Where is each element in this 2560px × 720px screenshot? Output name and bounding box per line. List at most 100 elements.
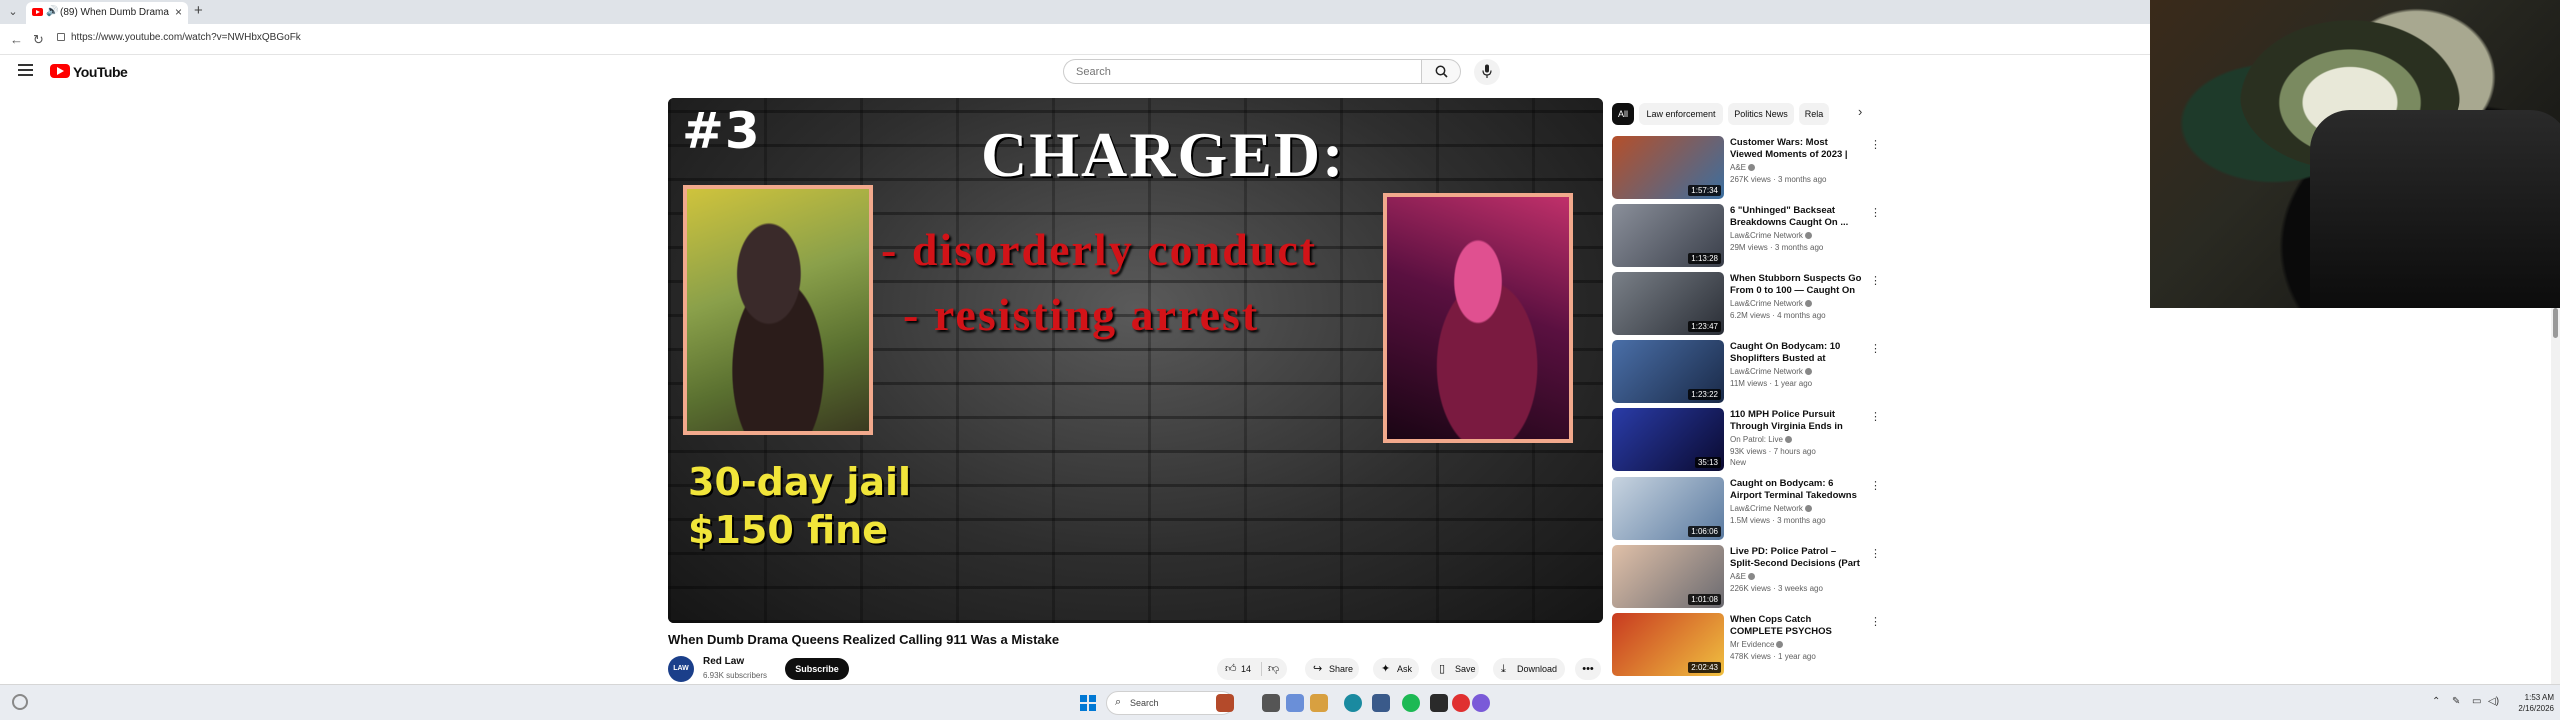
recommendation-item[interactable]: 1:23:22 Caught On Bodycam: 10 Shoplifters… (1612, 340, 1882, 404)
site-info-icon[interactable] (57, 33, 65, 41)
recommendation-title[interactable]: 6 "Unhinged" Backseat Breakdowns Caught … (1730, 205, 1862, 229)
messenger-icon[interactable] (1472, 694, 1490, 712)
weather-widget-icon[interactable] (12, 694, 28, 710)
chevron-right-icon[interactable]: › (1858, 104, 1862, 119)
recommendation-channel[interactable]: Law&Crime Network (1730, 504, 1812, 513)
chip-all[interactable]: All (1612, 103, 1634, 125)
copilot-icon[interactable] (1286, 694, 1304, 712)
terminal-icon[interactable] (1430, 694, 1448, 712)
chip-law-enforcement[interactable]: Law enforcement (1639, 103, 1723, 125)
verified-check-icon (1804, 505, 1812, 512)
recommendation-channel[interactable]: Mr Evidence (1730, 640, 1784, 649)
recommendation-item[interactable]: 1:23:47 When Stubborn Suspects Go From 0 … (1612, 272, 1882, 336)
new-tab-plus-icon[interactable]: + (194, 2, 203, 19)
recommendation-title[interactable]: Live PD: Police Patrol – Split-Second De… (1730, 546, 1862, 570)
store-icon[interactable] (1372, 694, 1390, 712)
recommendation-item[interactable]: 35:13 110 MPH Police Pursuit Through Virg… (1612, 408, 1882, 472)
recommendation-channel[interactable]: Law&Crime Network (1730, 231, 1812, 240)
like-count[interactable]: 14 (1241, 658, 1251, 680)
recommendation-item[interactable]: 1:01:08 Live PD: Police Patrol – Split-Se… (1612, 545, 1882, 609)
browser-tab-active[interactable]: 🔊 (89) When Dumb Drama Qu × (26, 2, 188, 24)
recommendation-item[interactable]: 1:13:28 6 "Unhinged" Backseat Breakdowns … (1612, 204, 1882, 268)
voice-search-button[interactable] (1474, 59, 1500, 85)
video-thumbnail[interactable]: 1:13:28 (1612, 204, 1724, 267)
audio-playing-icon[interactable]: 🔊 (46, 6, 58, 17)
video-thumbnail[interactable]: 35:13 (1612, 408, 1724, 471)
recommendation-title[interactable]: Caught On Bodycam: 10 Shoplifters Busted… (1730, 341, 1862, 365)
scrollbar-thumb[interactable] (2553, 308, 2558, 338)
tab-list-chevron-icon[interactable]: ⌄ (4, 3, 22, 21)
app-thumbnail-icon[interactable] (1216, 694, 1234, 712)
search-input[interactable] (1076, 64, 1406, 80)
more-actions-icon[interactable]: ••• (1575, 658, 1601, 680)
page-scrollbar[interactable] (2551, 308, 2560, 684)
more-vert-icon[interactable]: ⋮ (1870, 138, 1881, 151)
video-title: When Dumb Drama Queens Realized Calling … (668, 632, 1060, 647)
tab-close-icon[interactable]: × (175, 5, 182, 19)
recommendation-title[interactable]: When Cops Catch COMPLETE PSYCHOS (1730, 614, 1862, 638)
recommendation-title[interactable]: Customer Wars: Most Viewed Moments of 20… (1730, 137, 1862, 161)
recommendation-channel[interactable]: On Patrol: Live (1730, 435, 1792, 444)
ask-button[interactable]: ✦ Ask (1373, 658, 1419, 680)
youtube-wordmark[interactable]: YouTube (73, 64, 128, 80)
save-button[interactable]: ▯ Save (1431, 658, 1479, 680)
pen-icon[interactable]: ✎ (2452, 696, 2460, 707)
more-vert-icon[interactable]: ⋮ (1870, 274, 1881, 287)
share-label: Share (1329, 664, 1354, 674)
ask-label: Ask (1397, 664, 1413, 674)
channel-avatar[interactable]: LAW (668, 656, 694, 682)
more-vert-icon[interactable]: ⋮ (1870, 615, 1881, 628)
video-player[interactable]: #3 CHARGED: - disorderly conduct - resis… (668, 98, 1603, 623)
windows-start-icon[interactable] (1080, 695, 1096, 711)
dislike-thumb-icon[interactable]: 👎︎ (1268, 658, 1279, 680)
subscriber-count: 6.93K subscribers (703, 671, 768, 680)
recommendation-channel[interactable]: Law&Crime Network (1730, 299, 1812, 308)
tray-chevron-icon[interactable]: ⌃ (2432, 696, 2440, 707)
video-thumbnail[interactable]: 1:23:47 (1612, 272, 1724, 335)
subscribe-button[interactable]: Subscribe (785, 658, 849, 680)
recommendation-title[interactable]: Caught on Bodycam: 6 Airport Terminal Ta… (1730, 478, 1862, 502)
recommendation-item[interactable]: 1:06:06 Caught on Bodycam: 6 Airport Term… (1612, 477, 1882, 541)
video-thumbnail[interactable]: 1:23:22 (1612, 340, 1724, 403)
task-view-icon[interactable] (1262, 694, 1280, 712)
video-thumbnail[interactable]: 1:06:06 (1612, 477, 1724, 540)
back-arrow-icon[interactable]: ← (10, 32, 23, 47)
video-thumbnail[interactable]: 2:02:43 (1612, 613, 1724, 676)
like-thumb-icon[interactable]: 👍︎ (1225, 658, 1237, 680)
recommendation-item[interactable]: 2:02:43 When Cops Catch COMPLETE PSYCHOS M… (1612, 613, 1882, 677)
chrome-icon[interactable] (1452, 694, 1470, 712)
share-button[interactable]: ↪ Share (1305, 658, 1359, 680)
verified-check-icon (1776, 641, 1784, 648)
volume-icon[interactable]: ◁) (2488, 696, 2499, 707)
recommendation-item[interactable]: 1:57:34 Customer Wars: Most Viewed Moment… (1612, 136, 1882, 200)
video-thumbnail[interactable]: 1:01:08 (1612, 545, 1724, 608)
chip-politics-news[interactable]: Politics News (1728, 103, 1794, 125)
channel-name[interactable]: Red Law (703, 656, 744, 667)
suspect-photo-right (1383, 193, 1573, 443)
chip-related[interactable]: Rela (1799, 103, 1829, 125)
more-vert-icon[interactable]: ⋮ (1870, 479, 1881, 492)
spotify-icon[interactable] (1402, 694, 1420, 712)
recommendation-channel[interactable]: Law&Crime Network (1730, 367, 1812, 376)
guide-menu-icon[interactable] (18, 64, 33, 79)
more-vert-icon[interactable]: ⋮ (1870, 410, 1881, 423)
taskbar-search[interactable]: ⌕ Search (1106, 691, 1234, 715)
more-vert-icon[interactable]: ⋮ (1870, 342, 1881, 355)
recommendation-title[interactable]: When Stubborn Suspects Go From 0 to 100 … (1730, 273, 1862, 297)
search-button[interactable] (1421, 59, 1461, 84)
download-button[interactable]: ⤓ Download (1493, 658, 1565, 680)
network-icon[interactable]: ▭ (2472, 696, 2481, 707)
reload-icon[interactable]: ↻ (33, 32, 44, 48)
edge-browser-icon[interactable] (1344, 694, 1362, 712)
more-vert-icon[interactable]: ⋮ (1870, 547, 1881, 560)
taskbar-clock[interactable]: 1:53 AM 2/16/2026 (2512, 692, 2554, 714)
recommendation-meta: 6.2M views · 4 months ago (1730, 311, 1826, 320)
url-field[interactable]: https://www.youtube.com/watch?v=NWHbxQBG… (71, 32, 301, 43)
youtube-logo-icon[interactable] (50, 64, 70, 78)
file-explorer-icon[interactable] (1310, 694, 1328, 712)
recommendation-channel[interactable]: A&E (1730, 572, 1756, 581)
more-vert-icon[interactable]: ⋮ (1870, 206, 1881, 219)
video-thumbnail[interactable]: 1:57:34 (1612, 136, 1724, 199)
recommendation-title[interactable]: 110 MPH Police Pursuit Through Virginia … (1730, 409, 1862, 433)
recommendation-channel[interactable]: A&E (1730, 163, 1756, 172)
